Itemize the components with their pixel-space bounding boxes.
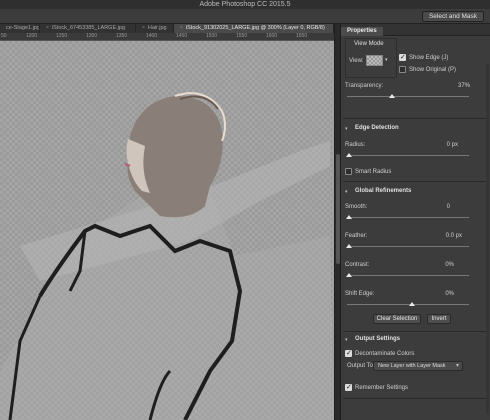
tab-properties[interactable]: Properties (341, 27, 383, 36)
show-original-checkbox[interactable] (399, 66, 406, 73)
ruler-tick: 1200 (26, 33, 38, 39)
shift-edge-slider-handle[interactable] (409, 302, 415, 306)
decontaminate-colors-label: Decontaminate Colors (355, 351, 415, 357)
show-edge-label: Show Edge (J) (409, 55, 449, 61)
invert-button[interactable]: Invert (427, 314, 451, 324)
app-title: Adobe Photoshop CC 2015.5 (199, 1, 291, 8)
tab-label: Hair.jpg (147, 25, 167, 31)
ruler-tick: 1250 (56, 33, 68, 39)
chevron-down-icon[interactable]: ▾ (345, 189, 348, 195)
transparency-value[interactable]: 37% (458, 83, 470, 89)
global-refinements-heading[interactable]: Global Refinements (355, 188, 411, 194)
close-icon[interactable]: × (142, 25, 145, 31)
shift-edge-value[interactable]: 0% (445, 291, 454, 297)
smooth-label: Smooth: (345, 204, 368, 210)
select-and-mask-button[interactable]: Select and Mask (422, 11, 484, 22)
properties-panel: Properties View Mode View: ▾ Show Edge (… (340, 24, 490, 420)
contrast-value[interactable]: 0% (445, 262, 454, 268)
show-edge-checkbox[interactable] (399, 53, 406, 61)
divider (343, 331, 489, 332)
masked-subject-image (0, 92, 334, 420)
feather-slider-track[interactable] (347, 246, 469, 247)
ruler-tick: 1350 (116, 33, 128, 39)
chevron-down-icon[interactable]: ▾ (345, 337, 348, 343)
remember-settings-label: Remember Settings (355, 385, 409, 391)
tab-label: ce-Stage1.jpg (6, 25, 40, 31)
close-icon[interactable]: × (46, 25, 49, 31)
divider (343, 181, 489, 182)
chevron-down-icon[interactable]: ▾ (345, 126, 348, 132)
ruler-tick: 1500 (206, 33, 218, 39)
tab-doc-2[interactable]: × iStock_67453385_LARGE.jpg (40, 24, 136, 33)
ruler-tick: 1650 (296, 33, 308, 39)
tab-doc-1[interactable]: ce-Stage1.jpg (0, 24, 40, 33)
output-settings-heading[interactable]: Output Settings (355, 336, 400, 342)
horizontal-ruler: 50 1200 1250 1300 1350 1400 1450 1500 15… (0, 33, 334, 41)
document-tabs: ce-Stage1.jpg × iStock_67453385_LARGE.jpg… (0, 24, 334, 33)
ruler-tick: 1450 (176, 33, 188, 39)
transparency-slider-track[interactable] (347, 96, 469, 97)
tab-doc-active[interactable]: × iStock_91302025_LARGE.jpg @ 300% (Layer… (174, 24, 334, 33)
divider (343, 118, 489, 119)
image-canvas[interactable] (0, 41, 334, 420)
feather-value[interactable]: 0.0 px (446, 233, 462, 239)
panel-scrollbar[interactable] (486, 64, 489, 414)
view-mode-heading: View Mode (354, 41, 384, 47)
smart-radius-checkbox[interactable] (345, 168, 352, 175)
radius-value[interactable]: 0 px (447, 142, 458, 148)
contrast-slider-handle[interactable] (346, 273, 352, 277)
contrast-label: Contrast: (345, 262, 370, 268)
transparency-slider-handle[interactable] (389, 94, 396, 98)
ruler-tick: 50 (1, 33, 7, 39)
clear-selection-button[interactable]: Clear Selection (373, 314, 421, 324)
divider (343, 398, 489, 399)
radius-slider-handle[interactable] (346, 153, 352, 157)
feather-slider-handle[interactable] (346, 244, 352, 248)
ruler-tick: 1300 (86, 33, 98, 39)
close-icon[interactable]: × (180, 25, 183, 31)
chevron-down-icon[interactable]: ▾ (385, 57, 388, 63)
ruler-tick: 1550 (236, 33, 248, 39)
smart-radius-label: Smart Radius (355, 169, 392, 175)
tab-label: iStock_91302025_LARGE.jpg @ 300% (Layer … (185, 25, 325, 31)
smooth-slider-handle[interactable] (346, 215, 352, 219)
ruler-tick: 1600 (266, 33, 278, 39)
view-mode-thumbnail[interactable] (366, 55, 383, 66)
tab-label: iStock_67453385_LARGE.jpg (51, 25, 126, 31)
show-original-label: Show Original (P) (409, 67, 457, 73)
tab-doc-3[interactable]: × Hair.jpg (136, 24, 174, 33)
shift-edge-slider-track[interactable] (347, 304, 469, 305)
output-to-label: Output To: (347, 363, 375, 369)
feather-label: Feather: (345, 233, 368, 239)
transparency-label: Transparency: (345, 83, 384, 89)
shift-edge-label: Shift Edge: (345, 291, 375, 297)
decontaminate-colors-checkbox[interactable] (345, 349, 352, 357)
contrast-slider-track[interactable] (347, 275, 469, 276)
ruler-tick: 1400 (146, 33, 158, 39)
view-label: View: (349, 58, 364, 64)
output-to-select[interactable]: New Layer with Layer Mask (373, 361, 463, 371)
smooth-slider-track[interactable] (347, 217, 469, 218)
title-bar: Adobe Photoshop CC 2015.5 (0, 0, 490, 9)
edge-detection-heading[interactable]: Edge Detection (355, 125, 399, 131)
radius-label: Radius: (345, 142, 366, 148)
options-bar: Select and Mask (0, 9, 490, 24)
remember-settings-checkbox[interactable] (345, 383, 352, 391)
smooth-value[interactable]: 0 (447, 204, 450, 210)
radius-slider-track[interactable] (347, 155, 469, 156)
